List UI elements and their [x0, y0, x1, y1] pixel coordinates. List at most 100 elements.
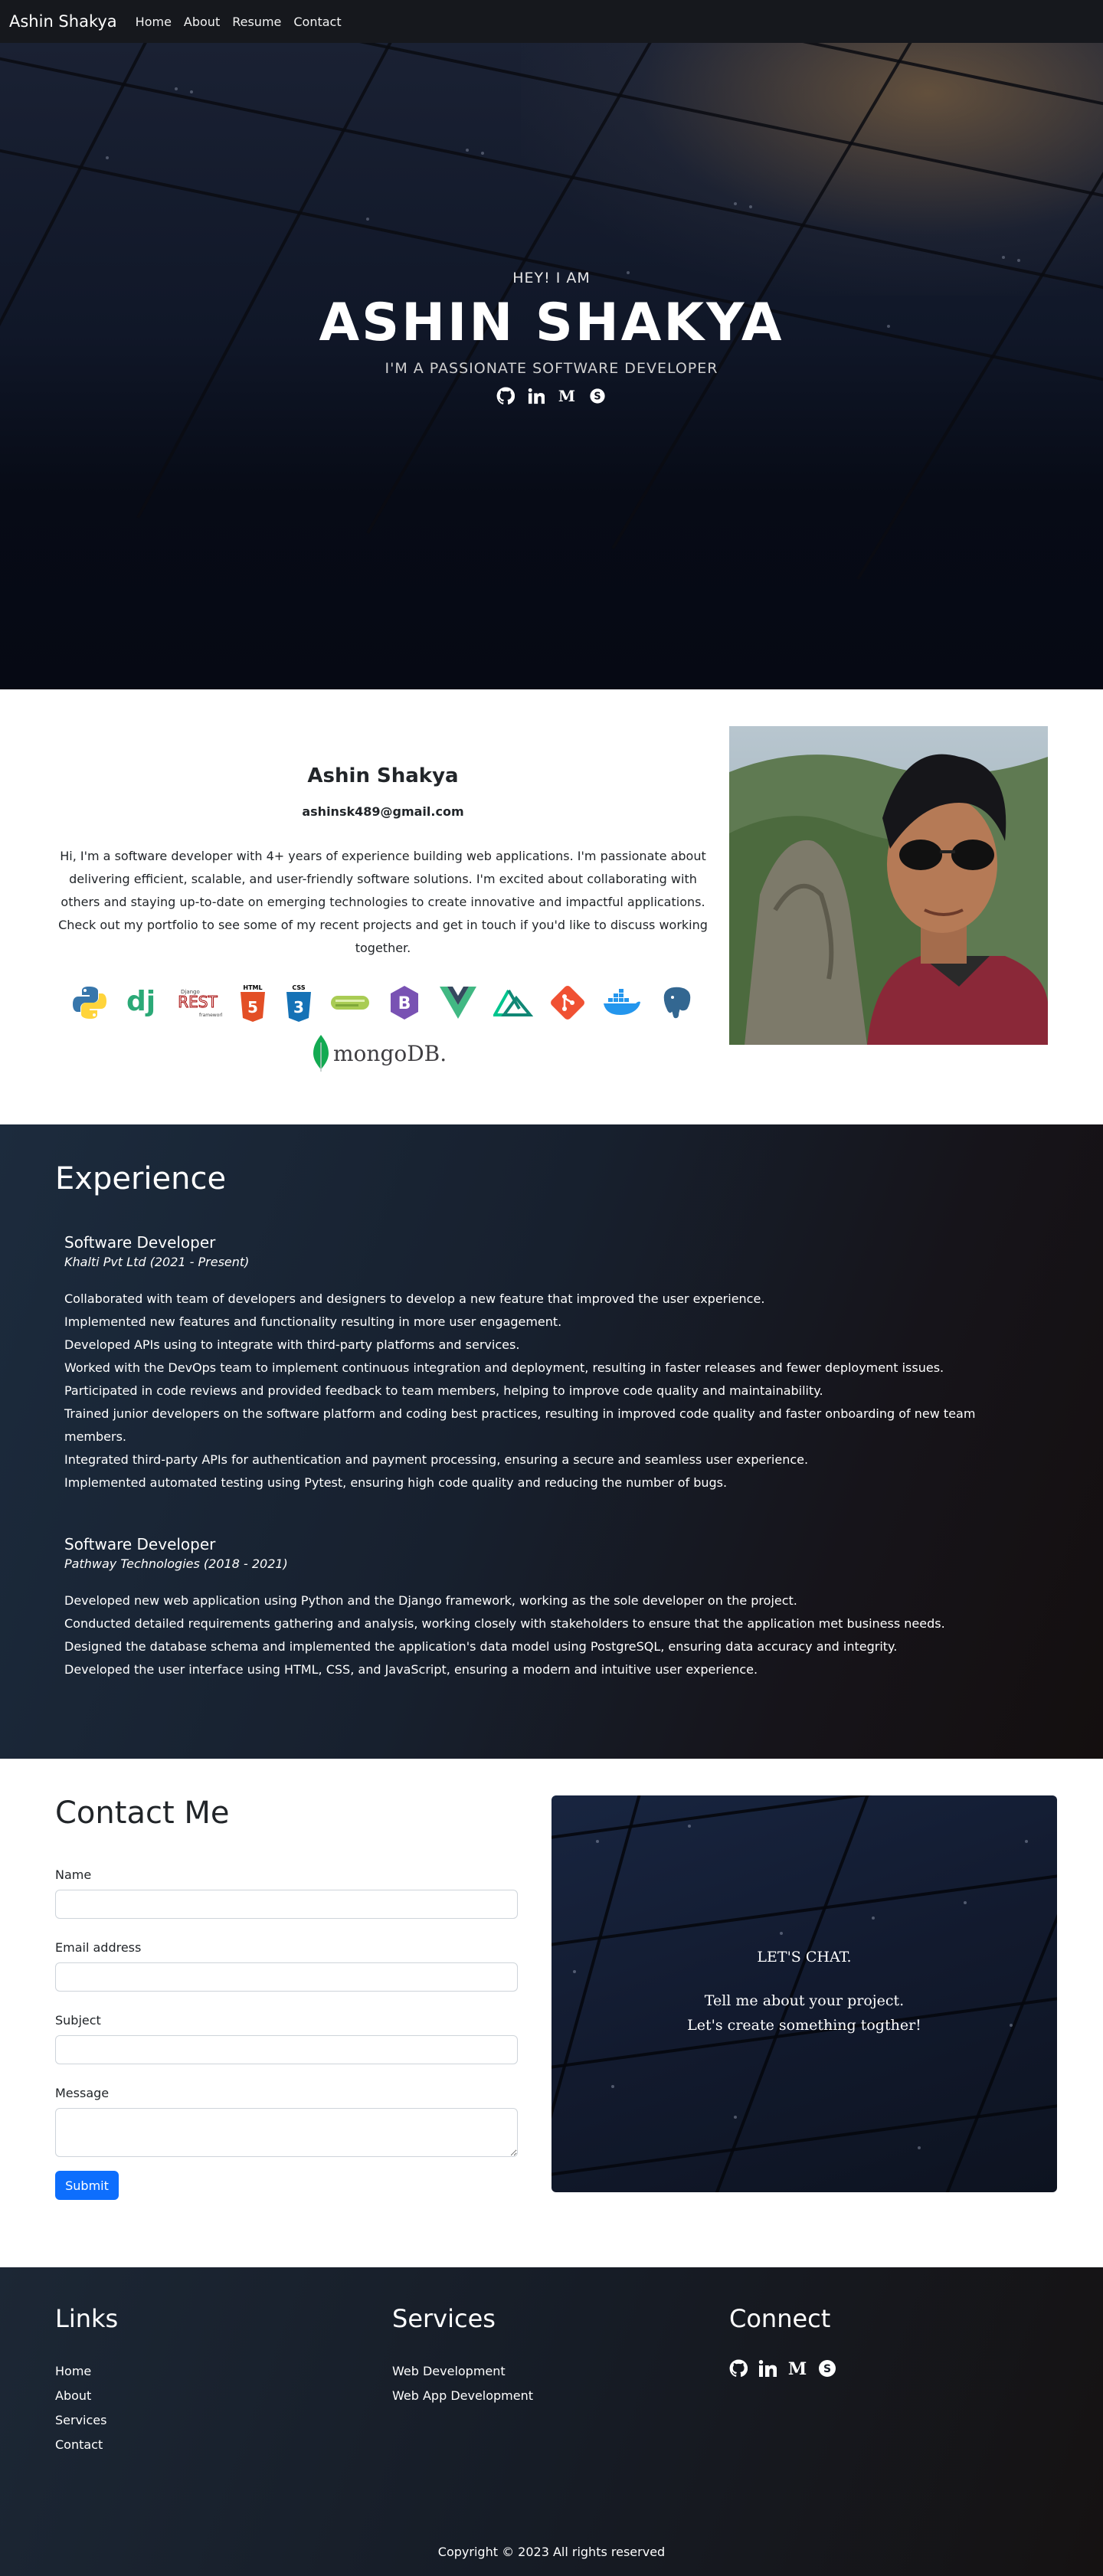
- list-item: Trained junior developers on the softwar…: [64, 1406, 976, 1444]
- git-icon: [548, 983, 587, 1023]
- footer-services-column: Services Web Development Web App Develop…: [392, 2304, 533, 2408]
- svg-text:S: S: [823, 2363, 831, 2375]
- svg-text:B: B: [398, 994, 411, 1013]
- hero-greeting: HEY! I AM: [512, 270, 591, 286]
- contact-heading: Contact Me: [55, 1795, 230, 1831]
- drf-framework-label: framework: [199, 1013, 222, 1018]
- tech-stack: dj DjangoRESTframework HTML5 CSS3 B: [55, 983, 711, 1073]
- hero-name: ASHIN SHAKYA: [319, 293, 784, 353]
- docker-icon: [602, 983, 642, 1023]
- navbar: Ashin Shakya Home About Resume Contact: [0, 0, 1103, 43]
- contact-form: Name Email address Subject Message Submi…: [55, 1867, 518, 2200]
- github-icon[interactable]: [496, 386, 515, 406]
- job-pathway: Software Developer Pathway Technologies …: [64, 1535, 1022, 1681]
- postgresql-icon: [657, 983, 696, 1023]
- name-label: Name: [55, 1867, 92, 1882]
- bootstrap-icon: B: [386, 983, 423, 1023]
- hero-tagline: I'M A PASSIONATE SOFTWARE DEVELOPER: [385, 360, 718, 377]
- footer-links-heading: Links: [55, 2304, 119, 2333]
- mongodb-label: mongoDB.: [333, 1041, 447, 1066]
- job-title: Software Developer: [64, 1535, 216, 1553]
- job-khalti: Software Developer Khalti Pvt Ltd (2021 …: [64, 1233, 1022, 1494]
- copyright: Copyright © 2023 All rights reserved: [437, 2545, 666, 2559]
- email-label: Email address: [55, 1940, 142, 1955]
- linkedin-icon[interactable]: [526, 386, 546, 406]
- list-item: Developed the user interface using HTML,…: [64, 1662, 758, 1677]
- list-item: Integrated third-party APIs for authenti…: [64, 1452, 809, 1467]
- svg-text:S: S: [594, 391, 601, 403]
- svg-text:3: 3: [293, 998, 304, 1016]
- footer-links-column: Links Home About Services Contact: [55, 2304, 118, 2457]
- list-item: Developed APIs using to integrate with t…: [64, 1337, 520, 1352]
- django-icon: dj: [124, 983, 158, 1023]
- html5-icon: HTML 5: [237, 983, 268, 1023]
- skype-icon[interactable]: S: [588, 386, 607, 406]
- subject-label: Subject: [55, 2013, 101, 2028]
- nav-link-resume[interactable]: Resume: [232, 15, 281, 29]
- drf-rest-label: REST: [178, 993, 218, 1011]
- list-item: Worked with the DevOps team to implement…: [64, 1360, 944, 1375]
- nuxt-icon: [493, 983, 533, 1023]
- mongodb-icon: mongoDB.: [310, 1033, 456, 1073]
- experience-section: Experience Software Developer Khalti Pvt…: [0, 1124, 1103, 1759]
- footer-link-contact[interactable]: Contact: [55, 2433, 118, 2457]
- about-bio: Hi, I'm a software developer with 4+ yea…: [58, 849, 708, 955]
- chat-line-1: Tell me about your project.: [704, 1992, 905, 2009]
- job-company: Khalti Pvt Ltd (2021 - Present): [64, 1255, 250, 1269]
- brand-link[interactable]: Ashin Shakya: [9, 12, 117, 31]
- submit-button[interactable]: Submit: [55, 2171, 119, 2200]
- footer-link-services[interactable]: Services: [55, 2408, 118, 2433]
- hero-section: HEY! I AM ASHIN SHAKYA I'M A PASSIONATE …: [0, 43, 1103, 689]
- message-label: Message: [55, 2086, 110, 2100]
- medium-icon[interactable]: M: [557, 386, 577, 406]
- svg-text:M: M: [558, 388, 575, 404]
- footer-link-about[interactable]: About: [55, 2384, 118, 2408]
- footer-connect-column: Connect M S: [729, 2304, 836, 2381]
- list-item: Developed new web application using Pyth…: [64, 1593, 797, 1608]
- django-rest-framework-icon: Django REST framework: [173, 983, 222, 1023]
- html-label: HTML: [243, 984, 262, 991]
- list-item: Implemented automated testing using Pyte…: [64, 1475, 728, 1490]
- svg-text:5: 5: [247, 998, 258, 1016]
- python-icon: [70, 983, 109, 1023]
- job-company: Pathway Technologies (2018 - 2021): [64, 1556, 288, 1571]
- nav-link-contact[interactable]: Contact: [293, 15, 341, 29]
- footer-services-heading: Services: [392, 2304, 496, 2333]
- list-item: Designed the database schema and impleme…: [64, 1639, 898, 1654]
- medium-icon[interactable]: M: [787, 2359, 807, 2381]
- job-responsibilities: Collaborated with team of developers and…: [64, 1288, 1022, 1494]
- email-field[interactable]: [55, 1962, 518, 1992]
- list-item: Participated in code reviews and provide…: [64, 1383, 823, 1398]
- css-label: CSS: [292, 984, 305, 991]
- footer-service-web-app-development[interactable]: Web App Development: [392, 2384, 533, 2408]
- django-label: dj: [126, 986, 155, 1017]
- subject-field[interactable]: [55, 2035, 518, 2064]
- experience-heading: Experience: [55, 1161, 227, 1196]
- hero-social-icons: M S: [0, 386, 1103, 406]
- footer-service-web-development[interactable]: Web Development: [392, 2359, 533, 2384]
- github-icon[interactable]: [729, 2359, 748, 2381]
- about-name: Ashin Shakya: [307, 764, 459, 787]
- vue-icon: [438, 983, 478, 1023]
- skype-icon[interactable]: S: [818, 2359, 836, 2381]
- name-field[interactable]: [55, 1890, 518, 1919]
- chat-line-2: Let's create something togther!: [687, 2017, 921, 2034]
- about-email: ashinsk489@gmail.com: [302, 804, 464, 819]
- job-responsibilities: Developed new web application using Pyth…: [64, 1589, 1022, 1681]
- footer-link-home[interactable]: Home: [55, 2359, 118, 2384]
- nav-link-home[interactable]: Home: [136, 15, 172, 29]
- chat-text: LET'S CHAT. Tell me about your project. …: [552, 1949, 1057, 2038]
- job-title: Software Developer: [64, 1233, 216, 1252]
- chat-card: LET'S CHAT. Tell me about your project. …: [552, 1795, 1057, 2192]
- contact-section: Contact Me Name Email address Subject Me…: [0, 1759, 1103, 2267]
- linkedin-icon[interactable]: [758, 2359, 777, 2381]
- about-text: Ashin Shakya ashinsk489@gmail.com Hi, I'…: [55, 726, 711, 1073]
- footer-connect-heading: Connect: [729, 2304, 831, 2333]
- chat-heading: LET'S CHAT.: [757, 1949, 852, 1966]
- nav-link-about[interactable]: About: [184, 15, 220, 29]
- celery-icon: [329, 983, 371, 1023]
- message-field[interactable]: [55, 2108, 518, 2157]
- list-item: Conducted detailed requirements gatherin…: [64, 1616, 945, 1631]
- about-section: Ashin Shakya ashinsk489@gmail.com Hi, I'…: [0, 689, 1103, 1124]
- list-item: Collaborated with team of developers and…: [64, 1291, 765, 1306]
